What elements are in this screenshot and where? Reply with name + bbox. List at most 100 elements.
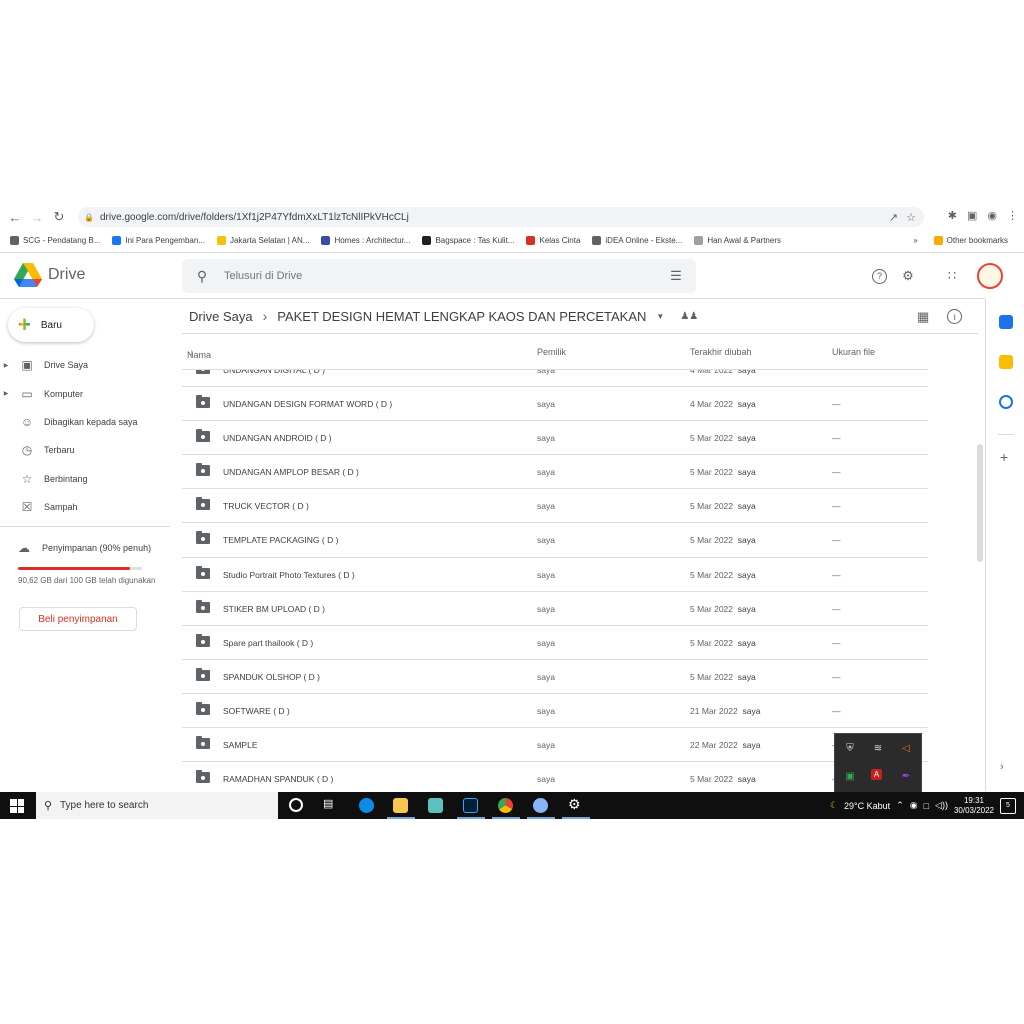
bookmark-item[interactable]: SCG - Pendatang B... bbox=[4, 235, 106, 245]
help-icon[interactable]: ? bbox=[872, 268, 887, 284]
buy-storage-button[interactable]: Beli penyimpanan bbox=[19, 607, 137, 631]
settings-gear-icon[interactable]: ⚙ bbox=[899, 267, 917, 285]
adobe-icon[interactable]: A bbox=[871, 769, 882, 780]
grid-view-icon[interactable]: ▦ bbox=[917, 309, 929, 325]
cortana-icon[interactable] bbox=[289, 798, 303, 812]
column-size[interactable]: Ukuran file bbox=[832, 347, 875, 357]
file-explorer-icon[interactable] bbox=[393, 798, 408, 813]
breadcrumb-root[interactable]: Drive Saya bbox=[189, 309, 253, 324]
chrome-icon[interactable] bbox=[498, 798, 513, 813]
file-owner: saya bbox=[537, 569, 555, 580]
file-row[interactable]: SOFTWARE ( D ) saya 21 Mar 2022 saya — bbox=[182, 694, 928, 729]
breadcrumb-current[interactable]: PAKET DESIGN HEMAT LENGKAP KAOS DAN PERC… bbox=[277, 309, 646, 324]
clock[interactable]: 19:31 30/03/2022 bbox=[954, 796, 994, 816]
network-status-icon[interactable]: □ bbox=[924, 801, 929, 811]
network-icon[interactable]: ≋ bbox=[871, 741, 885, 755]
file-row[interactable]: SAMPLEsaya22 Mar 2022 saya— bbox=[182, 728, 928, 763]
search-input[interactable] bbox=[222, 269, 656, 283]
drive-search[interactable]: ⚲ ☰ bbox=[182, 259, 696, 293]
column-modified[interactable]: Terakhir diubah bbox=[690, 347, 752, 357]
bookmark-item[interactable]: Bagspace : Tas Kulit... bbox=[416, 235, 520, 245]
file-row[interactable]: UNDANGAN DESIGN FORMAT WORD ( D ) saya 4 M… bbox=[182, 387, 928, 422]
profile-icon[interactable]: ◉ bbox=[987, 209, 997, 222]
account-avatar[interactable] bbox=[977, 263, 1003, 289]
app-icon[interactable] bbox=[428, 798, 443, 813]
sidebar-item-berbintang[interactable]: ☆ Berbintang bbox=[0, 465, 170, 493]
meet-icon[interactable]: ◉ bbox=[910, 800, 918, 811]
notifications-icon[interactable]: 5 bbox=[1000, 797, 1016, 814]
apps-grid-icon[interactable]: ∷ bbox=[943, 267, 961, 285]
reload-icon[interactable]: ↻ bbox=[48, 206, 70, 228]
photoshop-icon[interactable] bbox=[463, 798, 478, 813]
clock-icon: ◷ bbox=[21, 443, 33, 458]
sidebar-item-dibagikan-kepada-saya[interactable]: ☺ Dibagikan kepada saya bbox=[0, 408, 170, 436]
search-icon[interactable]: ⚲ bbox=[182, 268, 222, 285]
other-bookmarks[interactable]: Other bookmarks bbox=[928, 235, 1014, 245]
tasks-icon[interactable] bbox=[999, 395, 1013, 409]
file-row[interactable]: STIKER BM UPLOAD ( D ) saya 5 Mar 2022 say… bbox=[182, 592, 928, 626]
tray-chevron-up-icon[interactable]: ⌃ bbox=[896, 800, 904, 811]
file-row[interactable]: TEMPLATE PACKAGING ( D ) saya 5 Mar 2022 s… bbox=[182, 523, 928, 558]
tray-app-icon[interactable]: ▣ bbox=[843, 769, 857, 783]
sidebar-item-drive-saya[interactable]: ▶ ▣ Drive Saya bbox=[0, 351, 170, 379]
bookmark-item[interactable]: Jakarta Selatan | AN... bbox=[211, 235, 315, 245]
sidebar-item-terbaru[interactable]: ◷ Terbaru bbox=[0, 436, 170, 464]
file-row[interactable]: UNDANGAN DIGITAL ( D ) saya 4 Mar 2022 say… bbox=[182, 370, 928, 388]
sidebar-item-sampah[interactable]: ☒ Sampah bbox=[0, 493, 170, 521]
column-name[interactable]: Nama ↓ bbox=[187, 347, 211, 360]
share-icon[interactable]: ↗ bbox=[889, 211, 898, 224]
active-indicator bbox=[457, 817, 485, 819]
security-shield-icon[interactable]: ⛨ bbox=[843, 741, 857, 755]
file-row[interactable]: UNDANGAN AMPLOP BESAR ( D ) saya 5 Mar 202… bbox=[182, 455, 928, 490]
storage-link[interactable]: ☁ Penyimpanan (90% penuh) bbox=[18, 541, 168, 555]
shared-folder-icon bbox=[196, 429, 210, 443]
bookmark-item[interactable]: Han Awal & Partners bbox=[688, 235, 787, 245]
file-row[interactable]: Spare part thailook ( D ) saya 5 Mar 2022 … bbox=[182, 626, 928, 660]
file-row[interactable]: SPANDUK OLSHOP ( D ) saya 5 Mar 2022 saya — bbox=[182, 660, 928, 694]
sidebar-item-komputer[interactable]: ▶ ▭ Komputer bbox=[0, 379, 170, 407]
file-row[interactable]: RAMADHAN SPANDUK ( D ) saya 5 Mar 2022 say… bbox=[182, 762, 928, 793]
bookmark-item[interactable]: iDEA Online - Ekste... bbox=[586, 235, 688, 245]
bookmark-item[interactable]: Ini Para Pengemban... bbox=[106, 235, 211, 245]
scrollbar-thumb[interactable] bbox=[977, 444, 983, 562]
bookmark-favicon-icon bbox=[112, 235, 122, 245]
edge-icon[interactable] bbox=[359, 798, 374, 813]
expand-caret-icon[interactable]: ▶ bbox=[0, 362, 12, 369]
chrome-profile-icon[interactable] bbox=[533, 798, 548, 813]
info-icon[interactable]: i bbox=[947, 309, 963, 324]
file-row[interactable]: TRUCK VECTOR ( D ) saya 5 Mar 2022 saya — bbox=[182, 489, 928, 524]
task-view-icon[interactable]: ▤ bbox=[323, 797, 333, 810]
taskbar-search[interactable]: ⚲ Type here to search bbox=[36, 792, 278, 819]
settings-gear-icon[interactable]: ⚙ bbox=[568, 796, 581, 813]
speaker-icon[interactable]: ◁ bbox=[899, 741, 913, 755]
bookmark-star-icon[interactable]: ☆ bbox=[906, 211, 916, 224]
address-bar[interactable]: 🔒 drive.google.com/drive/folders/1Xf1j2P… bbox=[78, 207, 924, 227]
menu-icon[interactable]: ⋮ bbox=[1007, 209, 1018, 222]
extensions-icon[interactable]: ✱ bbox=[948, 209, 957, 222]
back-icon[interactable]: ← bbox=[4, 206, 26, 228]
chevron-right-icon: › bbox=[262, 308, 268, 324]
keep-icon[interactable] bbox=[999, 355, 1013, 369]
dropdown-arrow-icon[interactable]: ▼ bbox=[656, 312, 664, 321]
header-divider bbox=[0, 298, 985, 299]
expand-panel-icon[interactable]: › bbox=[1000, 761, 1004, 773]
drive-logo[interactable]: Drive bbox=[14, 263, 85, 287]
search-options-icon[interactable]: ☰ bbox=[656, 268, 696, 284]
column-owner[interactable]: Pemilik bbox=[537, 347, 566, 357]
weather-text[interactable]: 29°C Kabut bbox=[844, 801, 890, 811]
new-button[interactable]: + Baru bbox=[8, 308, 94, 342]
calendar-icon[interactable] bbox=[999, 315, 1013, 329]
forward-icon[interactable]: → bbox=[26, 206, 48, 228]
file-row[interactable]: UNDANGAN ANDROID ( D ) saya 5 Mar 2022 say… bbox=[182, 421, 928, 456]
side-panel-icon[interactable]: ▣ bbox=[967, 209, 977, 222]
add-addon-icon[interactable]: + bbox=[1000, 449, 1008, 465]
bookmark-item[interactable]: Kelas Cinta bbox=[520, 235, 586, 245]
windows-start-icon[interactable] bbox=[10, 799, 24, 813]
bookmark-item[interactable]: Homes : Architectur... bbox=[315, 235, 416, 245]
pen-icon[interactable]: ✒ bbox=[899, 769, 913, 783]
file-row[interactable]: Studio Portrait Photo Textures ( D ) saya… bbox=[182, 558, 928, 592]
expand-caret-icon[interactable]: ▶ bbox=[0, 390, 12, 397]
bookmark-favicon-icon bbox=[422, 235, 432, 245]
more-bookmarks-icon[interactable]: » bbox=[913, 236, 917, 245]
volume-icon[interactable]: ◁)) bbox=[935, 800, 948, 811]
